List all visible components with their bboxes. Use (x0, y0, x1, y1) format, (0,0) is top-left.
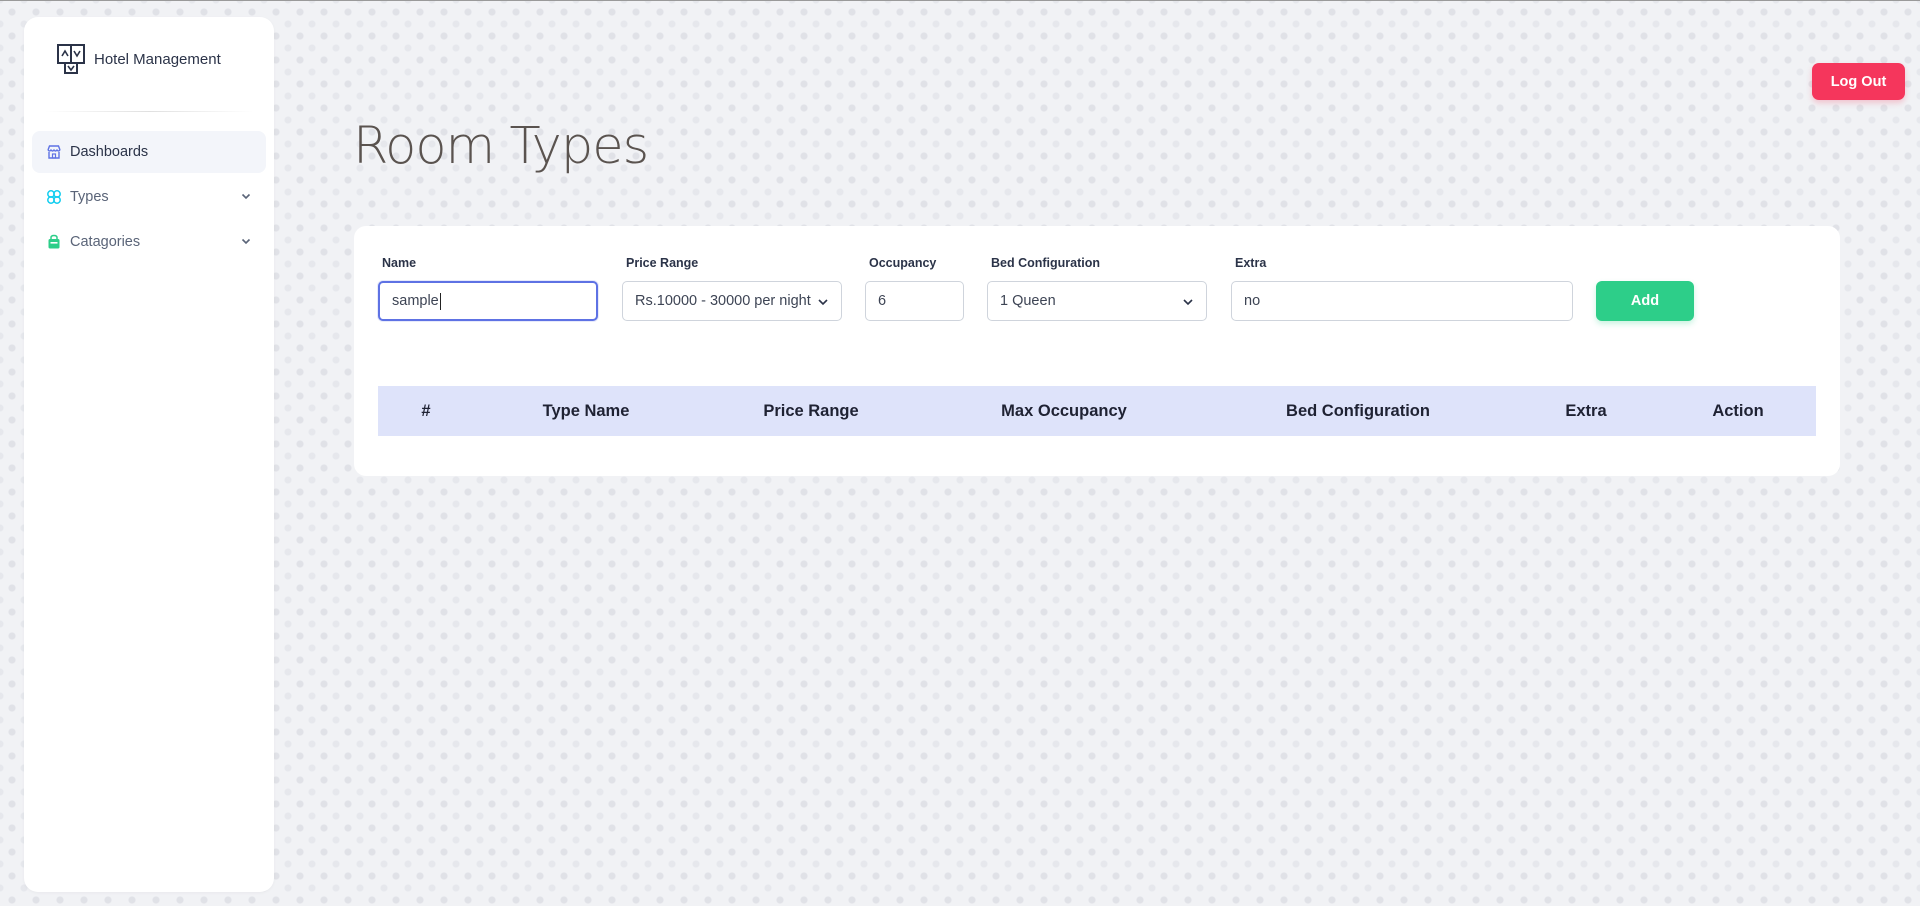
name-input-value: sample (392, 293, 439, 309)
types-icon (46, 189, 62, 205)
extra-label: Extra (1235, 256, 1267, 270)
window-top-border (0, 0, 1920, 1)
sidebar-divider (44, 111, 254, 112)
sidebar-item-dashboards[interactable]: Dashboards (32, 131, 266, 173)
sidebar-item-label: Types (70, 189, 109, 205)
chevron-down-icon (817, 296, 829, 308)
occupancy-label: Occupancy (869, 256, 937, 270)
column-header-type-name: Type Name (542, 401, 630, 420)
sidebar-nav: Dashboards Types Catagories (32, 131, 266, 266)
name-label: Name (382, 256, 417, 270)
column-header-bed-configuration: Bed Configuration (1286, 401, 1430, 420)
extra-input[interactable]: no (1231, 281, 1573, 321)
chevron-down-icon (240, 190, 252, 202)
bed-configuration-label: Bed Configuration (991, 256, 1101, 270)
bed-configuration-select[interactable]: 1 Queen (987, 281, 1207, 321)
chevron-down-icon (240, 235, 252, 247)
sidebar-item-label: Dashboards (70, 144, 149, 160)
bed-configuration-selected: 1 Queen (1000, 293, 1056, 309)
sidebar-item-label: Catagories (70, 234, 141, 250)
column-header-action: Action (1712, 401, 1764, 420)
bag-icon (46, 234, 62, 250)
logout-button[interactable]: Log Out (1812, 63, 1905, 100)
chevron-down-icon (1182, 296, 1194, 308)
sidebar: Hotel Management Dashboards Types Catago… (24, 17, 274, 892)
brand[interactable]: Hotel Management (56, 43, 221, 75)
column-header-price-range: Price Range (763, 401, 859, 420)
column-header-max-occupancy: Max Occupancy (1001, 401, 1127, 420)
page-title: Room Types (353, 117, 649, 176)
column-header-extra: Extra (1565, 401, 1607, 420)
hotel-logo-icon (56, 43, 86, 75)
name-input[interactable]: sample (378, 281, 598, 321)
table-header: # Type Name Price Range Max Occupancy Be… (378, 386, 1816, 436)
occupancy-value: 6 (878, 293, 887, 309)
column-header-number: # (421, 401, 431, 420)
store-icon (46, 144, 62, 160)
price-range-label: Price Range (626, 256, 699, 270)
sidebar-item-catagories[interactable]: Catagories (32, 221, 266, 263)
occupancy-input[interactable]: 6 (865, 281, 964, 321)
room-types-card: Name sample Price Range Rs.10000 - 30000… (354, 226, 1840, 476)
add-button[interactable]: Add (1596, 281, 1694, 321)
extra-value: no (1244, 293, 1261, 309)
brand-name: Hotel Management (94, 50, 221, 68)
price-range-selected: Rs.10000 - 30000 per night (635, 293, 811, 309)
text-cursor (439, 292, 441, 310)
sidebar-item-types[interactable]: Types (32, 176, 266, 218)
price-range-select[interactable]: Rs.10000 - 30000 per night (622, 281, 842, 321)
